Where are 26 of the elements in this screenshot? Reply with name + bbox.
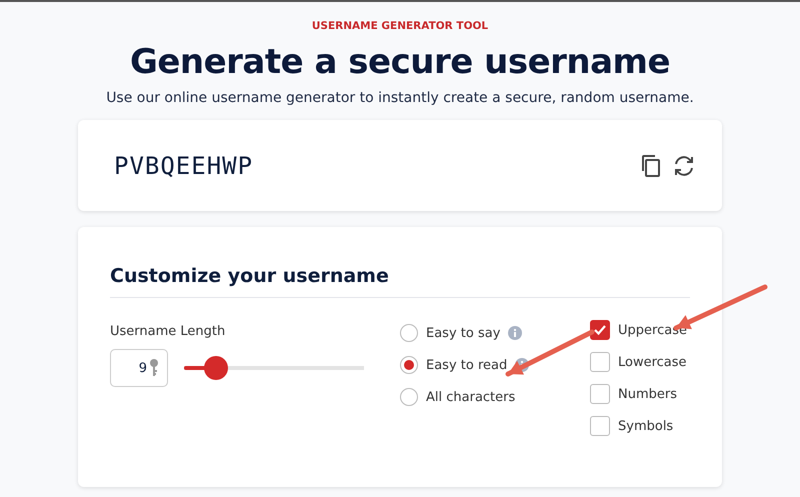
slider-thumb[interactable] xyxy=(204,356,228,380)
check-icon xyxy=(593,323,607,337)
refresh-icon[interactable] xyxy=(672,154,696,178)
checkbox[interactable] xyxy=(590,384,610,404)
radio-button[interactable] xyxy=(400,388,418,406)
length-field[interactable]: 9 xyxy=(110,349,168,387)
key-icon xyxy=(149,358,159,378)
checkbox[interactable] xyxy=(590,320,610,340)
option-label: All characters xyxy=(426,390,516,404)
checkbox[interactable] xyxy=(590,416,610,436)
copy-icon[interactable] xyxy=(640,154,662,178)
option-label: Easy to say xyxy=(426,326,500,340)
info-icon[interactable] xyxy=(508,326,522,340)
eyebrow-label: USERNAME GENERATOR TOOL xyxy=(312,20,488,32)
radio-button[interactable] xyxy=(400,356,418,374)
option-label: Easy to read xyxy=(426,358,508,372)
length-label: Username Length xyxy=(110,324,226,339)
checkbox[interactable] xyxy=(590,352,610,372)
checkbox-label: Symbols xyxy=(618,418,674,434)
page-subtitle: Use our online username generator to instantly create a secure, random username. xyxy=(106,90,694,106)
page-title: Generate a secure username xyxy=(130,42,670,82)
radio-button[interactable] xyxy=(400,324,418,342)
section-heading: Customize your username xyxy=(110,265,690,298)
checkbox-label: Numbers xyxy=(618,386,677,402)
checkbox-label: Lowercase xyxy=(618,354,687,370)
generated-username: PVBQEEHWP xyxy=(114,152,254,180)
